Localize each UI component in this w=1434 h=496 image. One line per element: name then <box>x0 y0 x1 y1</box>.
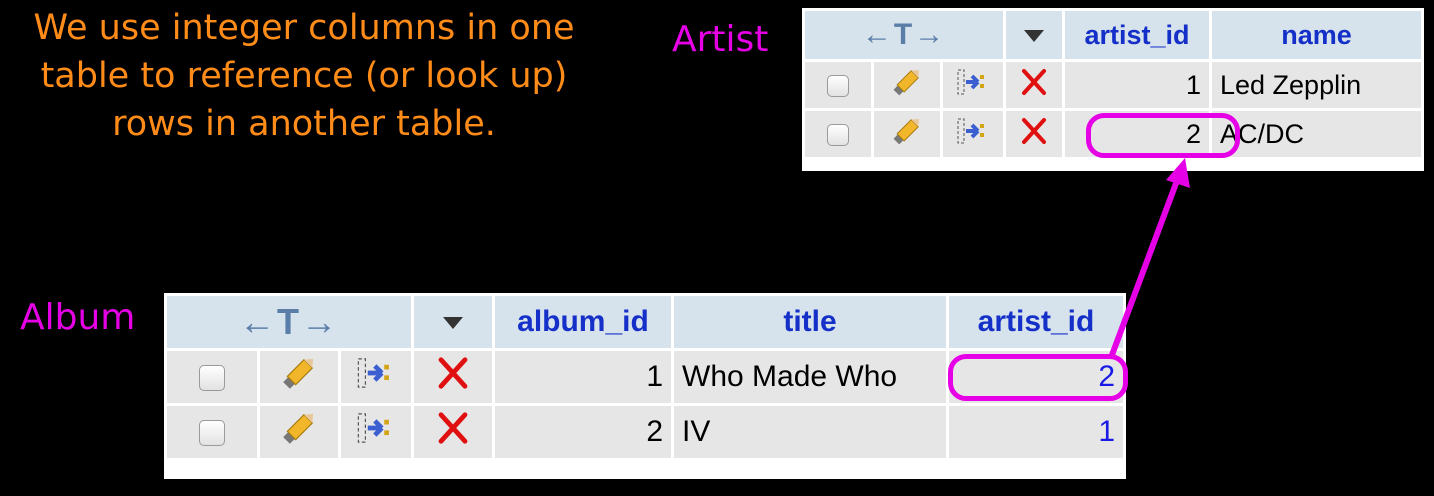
foreign-key-arrow-icon <box>1109 158 1190 357</box>
